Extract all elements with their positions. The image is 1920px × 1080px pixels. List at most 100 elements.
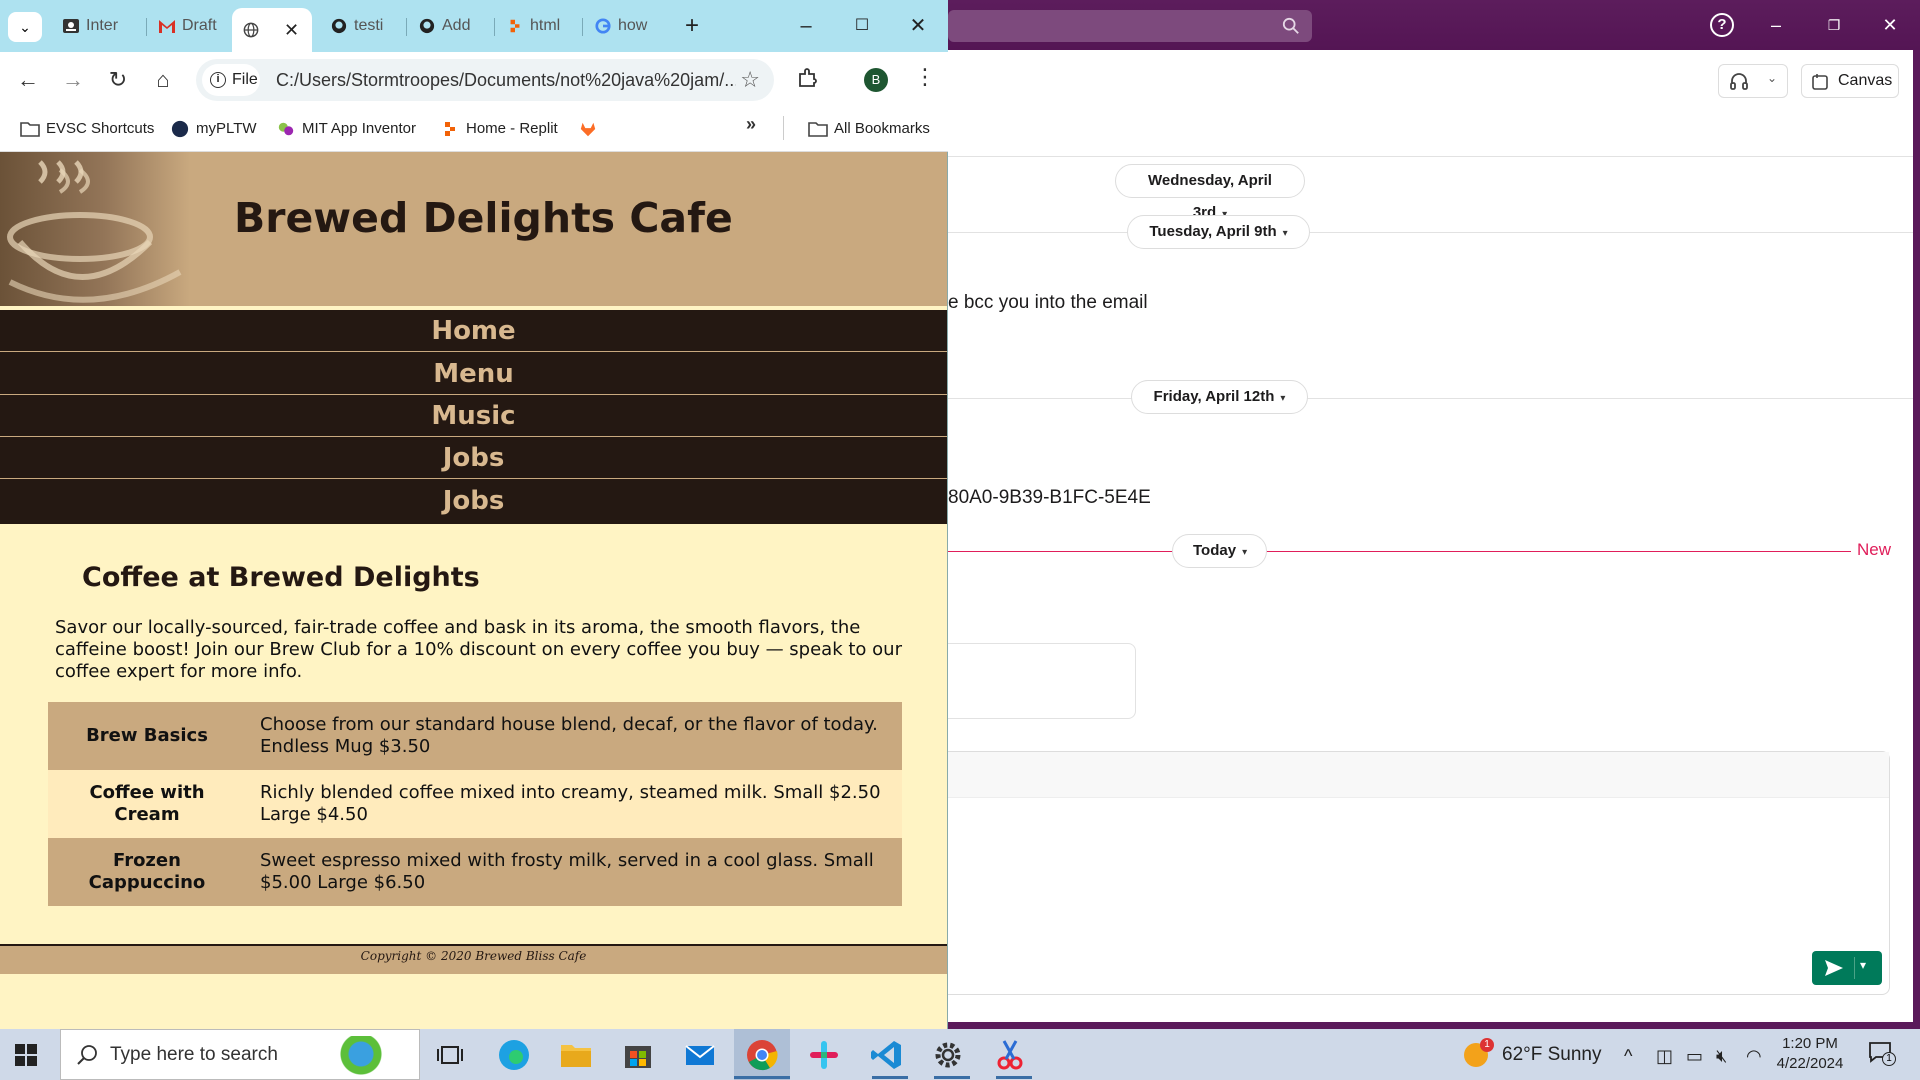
more-menu-icon[interactable]: ⋮ <box>914 64 936 90</box>
file-explorer-icon[interactable] <box>558 1037 594 1073</box>
menu-item-description: Sweet espresso mixed with frosty milk, s… <box>246 838 902 906</box>
tab-strip: ⌄ Inter Draft ✕ testi Add html how + – ☐… <box>0 0 948 52</box>
menu-item-name: Frozen Cappuccino <box>48 838 246 906</box>
bookmark-mypltw[interactable]: myPLTW <box>166 116 257 142</box>
slack-close-button[interactable]: ✕ <box>1876 12 1904 38</box>
tab[interactable]: how <box>584 8 670 44</box>
battery-icon[interactable]: ▭ <box>1686 1046 1703 1067</box>
back-arrow-icon[interactable]: ← <box>14 66 42 94</box>
nav-jobs[interactable]: Jobs <box>0 437 947 479</box>
bookmarks-bar: EVSC Shortcuts myPLTW MIT App Inventor H… <box>0 106 948 152</box>
nav-jobs[interactable]: Jobs <box>0 480 947 522</box>
task-view-icon[interactable] <box>432 1037 468 1073</box>
huddle-button[interactable]: ⌄ <box>1718 64 1788 98</box>
date-pill[interactable]: Friday, April 12th ▾ <box>1131 380 1308 414</box>
headphones-icon <box>1730 73 1748 90</box>
date-pill[interactable]: Wednesday, April 3rd▾ <box>1115 164 1305 221</box>
info-icon: i <box>210 72 226 88</box>
chrome-icon[interactable] <box>744 1037 780 1073</box>
snipping-tool-icon[interactable] <box>992 1037 1028 1073</box>
app-indicator <box>872 1076 908 1079</box>
new-tab-button[interactable]: + <box>672 12 712 40</box>
slack-restore-button[interactable]: ❐ <box>1820 12 1848 38</box>
bookmark-gitlab[interactable] <box>574 116 604 142</box>
divider <box>783 116 784 140</box>
send-button[interactable]: ▾ <box>1812 951 1882 985</box>
bookmark-mit-app-inventor[interactable]: MIT App Inventor <box>272 116 416 142</box>
tab[interactable]: Draft <box>148 8 234 44</box>
help-icon[interactable]: ? <box>1710 13 1734 37</box>
site-info-chip[interactable]: i File <box>202 64 260 96</box>
show-hidden-icons-chevron-up-icon[interactable]: ^ <box>1624 1046 1632 1067</box>
globe-icon <box>243 22 259 38</box>
windows-start-icon[interactable] <box>14 1043 38 1067</box>
tab[interactable]: Inter <box>52 8 146 44</box>
bookmarks-overflow-button[interactable]: » <box>746 114 756 135</box>
minimize-button[interactable]: – <box>786 12 826 40</box>
tab[interactable]: html <box>496 8 582 44</box>
replit-icon <box>445 122 455 136</box>
meet-now-icon[interactable]: ◫ <box>1656 1046 1673 1067</box>
volume-muted-icon[interactable]: 🔇︎ <box>1716 1046 1727 1067</box>
tab-search-button[interactable]: ⌄ <box>8 12 42 42</box>
menu-item-name: Coffee with Cream <box>48 770 246 838</box>
app-indicator <box>996 1076 1032 1079</box>
tab-separator <box>406 18 407 36</box>
nav-home[interactable]: Home <box>0 310 947 352</box>
app-indicator <box>934 1076 970 1079</box>
new-messages-divider <box>948 551 1851 552</box>
vscode-icon[interactable] <box>868 1037 904 1073</box>
microsoft-store-icon[interactable] <box>620 1037 656 1073</box>
canvas-label: Canvas <box>1838 72 1893 89</box>
date-pill[interactable]: Tuesday, April 9th ▾ <box>1127 215 1310 249</box>
slack-frame <box>1913 50 1920 1029</box>
maximize-button[interactable]: ☐ <box>842 12 882 40</box>
date-pill[interactable]: Today ▾ <box>1172 534 1267 568</box>
mail-icon[interactable] <box>682 1037 718 1073</box>
home-icon[interactable]: ⌂ <box>149 66 177 94</box>
all-bookmarks-button[interactable]: All Bookmarks <box>804 116 930 142</box>
nav-menu[interactable]: Menu <box>0 353 947 395</box>
page-heading: Coffee at Brewed Delights <box>82 562 480 593</box>
tab[interactable]: testi <box>320 8 406 44</box>
bookmark-star-icon[interactable]: ☆ <box>740 67 760 93</box>
chevron-down-icon[interactable]: ⌄ <box>1767 71 1777 85</box>
close-icon[interactable]: ✕ <box>284 8 299 52</box>
forward-arrow-icon[interactable]: → <box>59 66 87 94</box>
tab-active[interactable]: ✕ <box>232 8 312 52</box>
formatting-toolbar <box>948 752 1889 798</box>
attachment-card[interactable] <box>948 643 1136 719</box>
github-icon <box>419 18 435 34</box>
url-text[interactable]: C:/Users/Stormtroopes/Documents/not%20ja… <box>276 59 736 101</box>
taskbar-search-box[interactable]: Type here to search <box>60 1029 420 1080</box>
wifi-icon[interactable]: ◠ <box>1746 1046 1762 1067</box>
tab[interactable]: Add <box>408 8 494 44</box>
message-composer[interactable] <box>948 751 1890 995</box>
coffee-cup-logo <box>0 152 190 306</box>
slack-icon[interactable] <box>806 1037 842 1073</box>
menu-item-description: Richly blended coffee mixed into creamy,… <box>246 770 902 838</box>
chevron-down-icon: ▾ <box>1242 547 1248 558</box>
slack-search-bar[interactable] <box>948 10 1312 42</box>
message-text: 80A0-9B39-B1FC-5E4E <box>948 487 1151 508</box>
reload-icon[interactable]: ↻ <box>104 66 132 94</box>
intro-paragraph: Savor our locally-sourced, fair-trade co… <box>55 617 902 682</box>
slack-minimize-button[interactable]: – <box>1762 12 1790 38</box>
edge-icon[interactable] <box>496 1037 532 1073</box>
nav-music[interactable]: Music <box>0 395 947 437</box>
canvas-button[interactable]: Canvas <box>1801 64 1899 98</box>
close-window-button[interactable]: ✕ <box>898 12 938 40</box>
bookmark-evsc[interactable]: EVSC Shortcuts <box>16 116 154 142</box>
address-bar[interactable]: i File C:/Users/Stormtroopes/Documents/n… <box>196 59 774 101</box>
notification-center-icon[interactable]: 1 <box>1868 1040 1896 1066</box>
search-icon <box>77 1045 97 1065</box>
profile-avatar[interactable]: B <box>864 68 888 92</box>
extensions-icon[interactable] <box>796 66 820 90</box>
bookmark-replit[interactable]: Home - Replit <box>436 116 558 142</box>
chrome-window: ⌄ Inter Draft ✕ testi Add html how + – ☐… <box>0 0 948 1029</box>
chevron-down-icon[interactable]: ▾ <box>1860 958 1866 972</box>
settings-gear-icon[interactable] <box>930 1037 966 1073</box>
site-header: Brewed Delights Cafe <box>0 152 947 306</box>
system-clock[interactable]: 1:20 PM 4/22/2024 <box>1768 1034 1852 1074</box>
weather-widget[interactable]: 1 62°F Sunny <box>1462 1038 1602 1070</box>
